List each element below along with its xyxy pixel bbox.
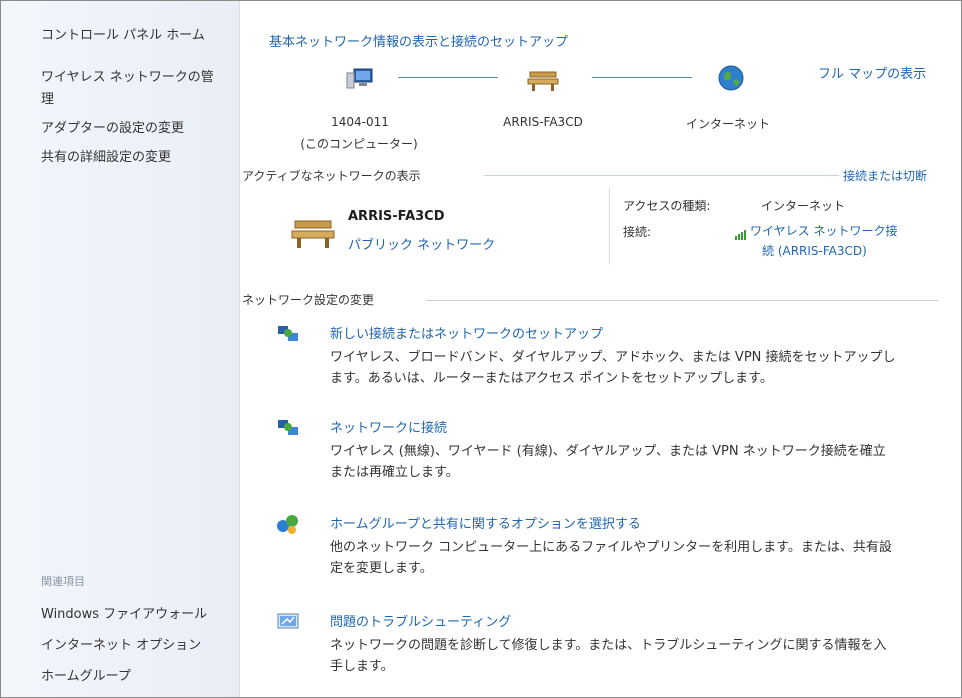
section-divider bbox=[484, 175, 839, 176]
task-troubleshoot-link[interactable]: 問題のトラブルシューティング bbox=[330, 611, 511, 630]
sidebar-item-advanced-sharing[interactable]: 共有の詳細設定の変更 bbox=[41, 147, 171, 169]
full-map-link[interactable]: フル マップの表示 bbox=[818, 63, 926, 82]
main-panel: 基本ネットワーク情報の表示と接続のセットアップ フル マップの表示 1404-0… bbox=[240, 1, 961, 697]
troubleshoot-icon bbox=[276, 611, 300, 633]
connection-link-line: ワイヤレス ネットワーク接 bbox=[750, 224, 898, 238]
sidebar-item-label: ワイヤレス ネットワークの管 bbox=[41, 70, 214, 85]
globe-icon bbox=[714, 63, 748, 93]
task-desc-line: ネットワークの問題を診断して修復します。または、トラブルシューティングに関する情… bbox=[330, 638, 887, 653]
homegroup-icon bbox=[276, 513, 300, 535]
task-desc-line: 他のネットワーク コンピューター上にあるファイルやプリンターを利用します。または… bbox=[330, 540, 892, 555]
computer-name: 1404-011 bbox=[331, 115, 389, 129]
internet-node-label: インターネット bbox=[685, 117, 770, 131]
network-node-name: ARRIS-FA3CD bbox=[503, 115, 583, 129]
sidebar-item-adapter-settings[interactable]: アダプターの設定の変更 bbox=[41, 118, 184, 140]
related-heading: 関連項目 bbox=[41, 575, 85, 588]
task-description: ワイヤレス (無線)、ワイヤード (有線)、ダイヤルアップ、または VPN ネッ… bbox=[330, 441, 886, 483]
task-description: ワイヤレス、ブロードバンド、ダイヤルアップ、アドホック、または VPN 接続をセ… bbox=[330, 347, 896, 389]
active-networks-heading: アクティブなネットワークの表示 bbox=[242, 169, 421, 183]
connections-label: 接続: bbox=[623, 225, 652, 239]
signal-strength-icon bbox=[735, 225, 749, 240]
bench-icon bbox=[526, 64, 560, 94]
network-setup-icon bbox=[276, 323, 300, 345]
sidebar-item-homegroup[interactable]: ホームグループ bbox=[41, 666, 131, 688]
connect-network-icon bbox=[276, 417, 300, 439]
task-setup-connection-link[interactable]: 新しい接続またはネットワークのセットアップ bbox=[330, 323, 603, 342]
page-title: 基本ネットワーク情報の表示と接続のセットアップ bbox=[269, 35, 569, 50]
access-type-value: インターネット bbox=[761, 199, 846, 213]
task-description: ネットワークの問題を診断して修復します。または、トラブルシューティングに関する情… bbox=[330, 635, 887, 677]
connection-line bbox=[592, 77, 692, 78]
active-network-name: ARRIS-FA3CD bbox=[348, 209, 445, 224]
section-divider bbox=[426, 300, 938, 301]
task-desc-line: 定を変更します。 bbox=[330, 561, 433, 576]
connection-link-line: 続 (ARRIS-FA3CD) bbox=[762, 244, 867, 258]
window-frame: コントロール パネル ホーム ワイヤレス ネットワークの管 理 アダプターの設定… bbox=[0, 0, 962, 698]
sidebar: コントロール パネル ホーム ワイヤレス ネットワークの管 理 アダプターの設定… bbox=[1, 1, 240, 697]
sidebar-item-label: 理 bbox=[41, 92, 55, 107]
task-connect-network-link[interactable]: ネットワークに接続 bbox=[330, 417, 447, 436]
bench-icon bbox=[290, 211, 336, 251]
task-description: 他のネットワーク コンピューター上にあるファイルやプリンターを利用します。または… bbox=[330, 537, 892, 579]
task-desc-line: ます。あるいは、ルーターまたはアクセス ポイントをセットアップします。 bbox=[330, 371, 773, 386]
task-desc-line: 手します。 bbox=[330, 659, 394, 674]
connect-disconnect-link[interactable]: 接続または切断 bbox=[843, 167, 927, 184]
vertical-divider bbox=[609, 187, 610, 265]
wireless-connection-link[interactable]: ワイヤレス ネットワーク接 続 (ARRIS-FA3CD) bbox=[750, 221, 897, 261]
sidebar-item-control-panel-home[interactable]: コントロール パネル ホーム bbox=[41, 25, 205, 47]
task-desc-line: ワイヤレス (無線)、ワイヤード (有線)、ダイヤルアップ、または VPN ネッ… bbox=[330, 444, 886, 459]
sidebar-item-manage-wireless[interactable]: ワイヤレス ネットワークの管 理 bbox=[41, 67, 214, 111]
computer-icon bbox=[344, 63, 378, 93]
task-homegroup-link[interactable]: ホームグループと共有に関するオプションを選択する bbox=[330, 513, 641, 532]
sidebar-item-firewall[interactable]: Windows ファイアウォール bbox=[41, 604, 207, 626]
task-desc-line: ワイヤレス、ブロードバンド、ダイヤルアップ、アドホック、または VPN 接続をセ… bbox=[330, 350, 896, 365]
sidebar-item-internet-options[interactable]: インターネット オプション bbox=[41, 635, 201, 657]
computer-subtitle: (このコンピューター) bbox=[300, 137, 418, 151]
access-type-label: アクセスの種類: bbox=[623, 199, 711, 213]
change-settings-heading: ネットワーク設定の変更 bbox=[242, 293, 375, 307]
task-desc-line: または再確立します。 bbox=[330, 465, 459, 480]
connection-line bbox=[398, 77, 498, 78]
network-type-link[interactable]: パブリック ネットワーク bbox=[348, 234, 495, 253]
